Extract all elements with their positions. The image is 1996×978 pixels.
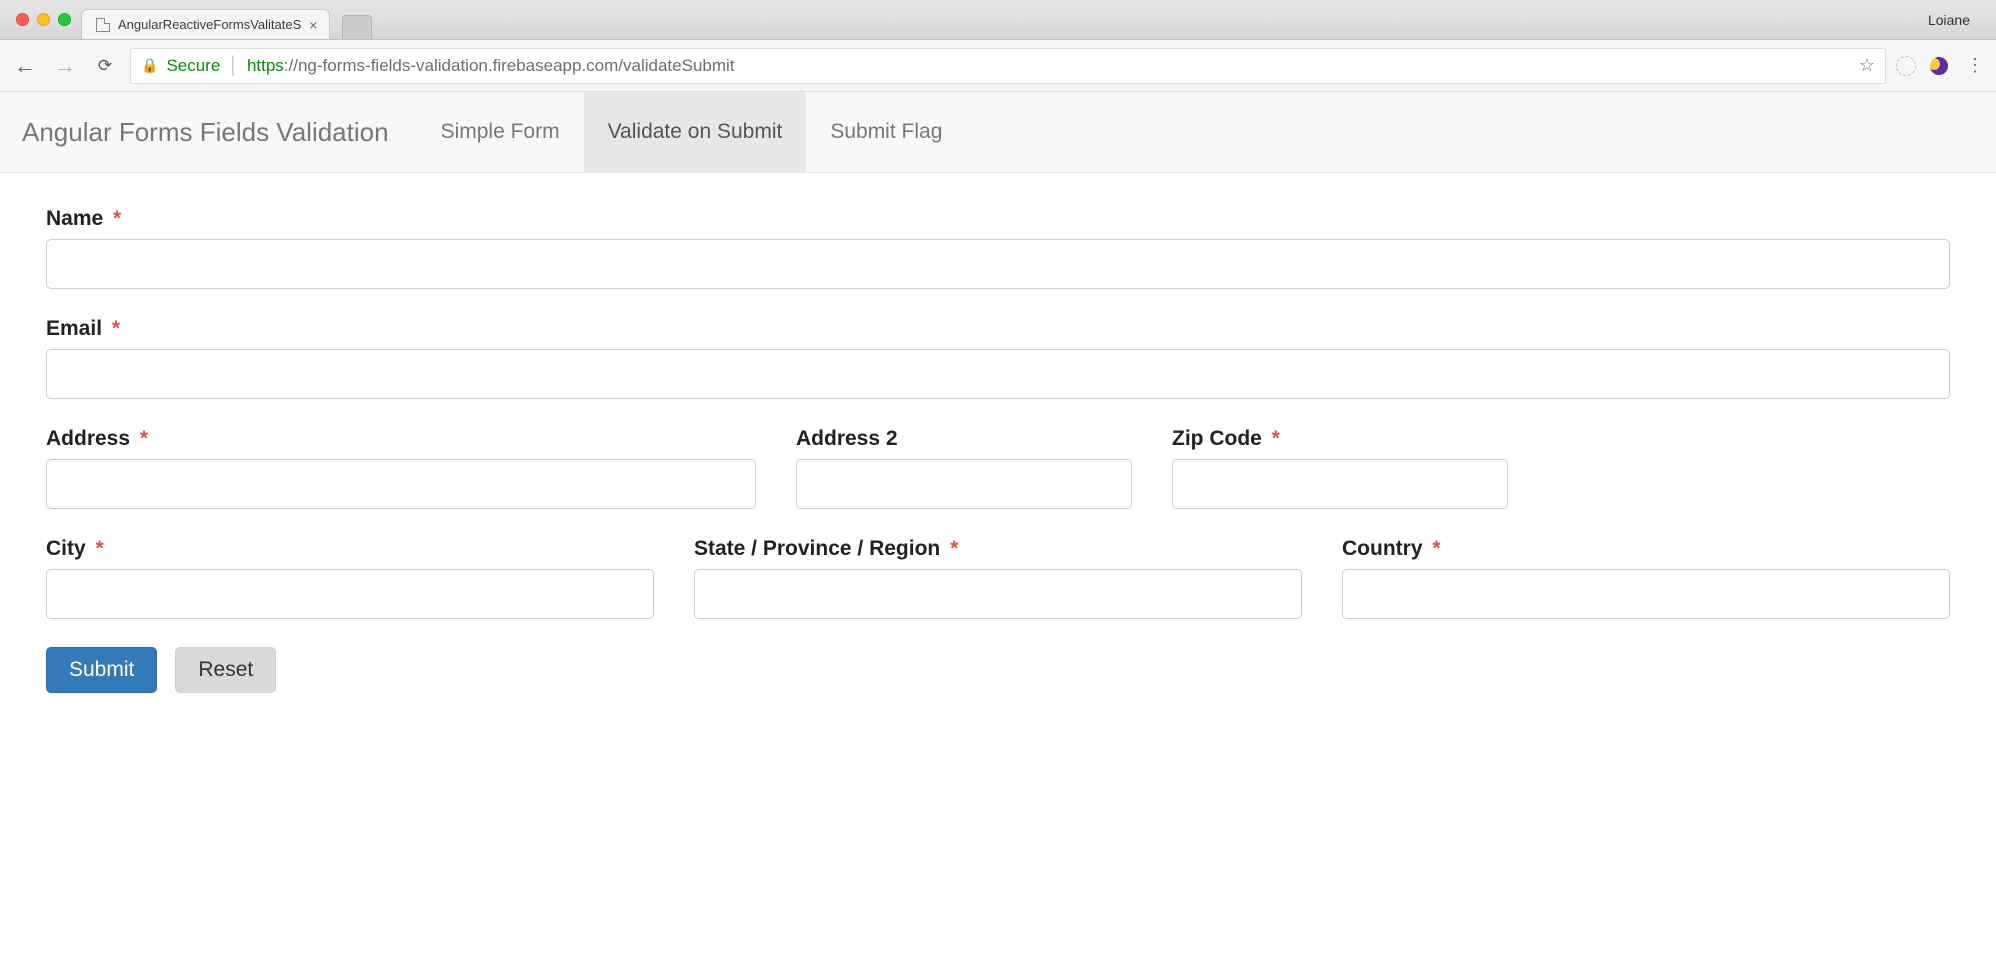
- browser-tab-title: AngularReactiveFormsValitateS: [118, 17, 301, 32]
- required-mark: *: [1432, 537, 1440, 560]
- field-state: State / Province / Region *: [694, 537, 1302, 619]
- nav-simple-form[interactable]: Simple Form: [417, 92, 584, 172]
- secure-label: Secure: [166, 56, 220, 76]
- label-state-text: State / Province / Region: [694, 537, 940, 560]
- label-address: Address *: [46, 427, 756, 451]
- required-mark: *: [950, 537, 958, 560]
- arrow-left-icon: ←: [14, 55, 36, 77]
- field-city: City *: [46, 537, 654, 619]
- field-address2: Address 2: [796, 427, 1132, 509]
- required-mark: *: [140, 427, 148, 450]
- required-mark: *: [96, 537, 104, 560]
- label-name-text: Name: [46, 207, 103, 230]
- address-input[interactable]: [46, 459, 756, 509]
- window-titlebar: AngularReactiveFormsValitateS × Loiane: [0, 0, 1996, 40]
- profile-name[interactable]: Loiane: [1910, 12, 1988, 28]
- label-country-text: Country: [1342, 537, 1423, 560]
- extension-icon[interactable]: [1896, 56, 1916, 76]
- address-bar: ← → ⟳ 🔒 Secure │ https://ng-forms-fields…: [0, 40, 1996, 92]
- forward-button[interactable]: →: [50, 51, 80, 81]
- file-icon: [96, 18, 110, 32]
- country-input[interactable]: [1342, 569, 1950, 619]
- label-city: City *: [46, 537, 654, 561]
- required-mark: *: [113, 207, 121, 230]
- submit-button[interactable]: Submit: [46, 647, 157, 693]
- label-email-text: Email: [46, 317, 102, 340]
- field-zip: Zip Code *: [1172, 427, 1508, 509]
- field-country: Country *: [1342, 537, 1950, 619]
- url-scheme: https: [247, 56, 284, 75]
- city-input[interactable]: [46, 569, 654, 619]
- state-input[interactable]: [694, 569, 1302, 619]
- nav-validate-on-submit[interactable]: Validate on Submit: [584, 92, 807, 172]
- email-input[interactable]: [46, 349, 1950, 399]
- name-input[interactable]: [46, 239, 1950, 289]
- required-mark: *: [112, 317, 120, 340]
- label-address2: Address 2: [796, 427, 1132, 451]
- form-container: Name * Email * Address * Address 2: [0, 173, 1996, 719]
- lock-icon: 🔒: [141, 57, 158, 74]
- reload-icon: ⟳: [98, 56, 112, 76]
- zip-input[interactable]: [1172, 459, 1508, 509]
- required-mark: *: [1272, 427, 1280, 450]
- label-address-text: Address: [46, 427, 130, 450]
- back-button[interactable]: ←: [10, 51, 40, 81]
- label-state: State / Province / Region *: [694, 537, 1302, 561]
- window-close-button[interactable]: [16, 13, 29, 26]
- extension-moon-icon[interactable]: [1926, 53, 1952, 79]
- app-navbar: Angular Forms Fields Validation Simple F…: [0, 92, 1996, 173]
- label-name: Name *: [46, 207, 1950, 231]
- app-brand[interactable]: Angular Forms Fields Validation: [22, 117, 417, 148]
- url-path: /validateSubmit: [618, 56, 734, 75]
- close-icon[interactable]: ×: [309, 18, 317, 32]
- window-minimize-button[interactable]: [37, 13, 50, 26]
- url-host: ://ng-forms-fields-validation.firebaseap…: [284, 56, 618, 75]
- field-address: Address *: [46, 427, 756, 509]
- arrow-right-icon: →: [54, 55, 76, 77]
- window-zoom-button[interactable]: [58, 13, 71, 26]
- label-email: Email *: [46, 317, 1950, 341]
- browser-tab-active[interactable]: AngularReactiveFormsValitateS ×: [81, 9, 330, 39]
- omnibox[interactable]: 🔒 Secure │ https://ng-forms-fields-valid…: [130, 48, 1886, 84]
- label-country: Country *: [1342, 537, 1950, 561]
- field-email: Email *: [46, 317, 1950, 399]
- label-zip: Zip Code *: [1172, 427, 1508, 451]
- reset-button[interactable]: Reset: [175, 647, 276, 693]
- label-address2-text: Address 2: [796, 427, 898, 450]
- label-city-text: City: [46, 537, 86, 560]
- form-actions: Submit Reset: [46, 647, 1950, 693]
- url-text: https://ng-forms-fields-validation.fireb…: [247, 56, 735, 76]
- nav-submit-flag[interactable]: Submit Flag: [806, 92, 966, 172]
- new-tab-button[interactable]: [342, 15, 372, 39]
- browser-menu-button[interactable]: ⋮: [1962, 53, 1988, 79]
- browser-chrome: AngularReactiveFormsValitateS × Loiane ←…: [0, 0, 1996, 92]
- separator: │: [228, 56, 239, 76]
- bookmark-star-icon[interactable]: ☆: [1859, 55, 1875, 76]
- field-name: Name *: [46, 207, 1950, 289]
- address2-input[interactable]: [796, 459, 1132, 509]
- browser-tabs: AngularReactiveFormsValitateS ×: [81, 0, 1910, 39]
- label-zip-text: Zip Code: [1172, 427, 1262, 450]
- traffic-lights: [8, 13, 81, 26]
- reload-button[interactable]: ⟳: [90, 51, 120, 81]
